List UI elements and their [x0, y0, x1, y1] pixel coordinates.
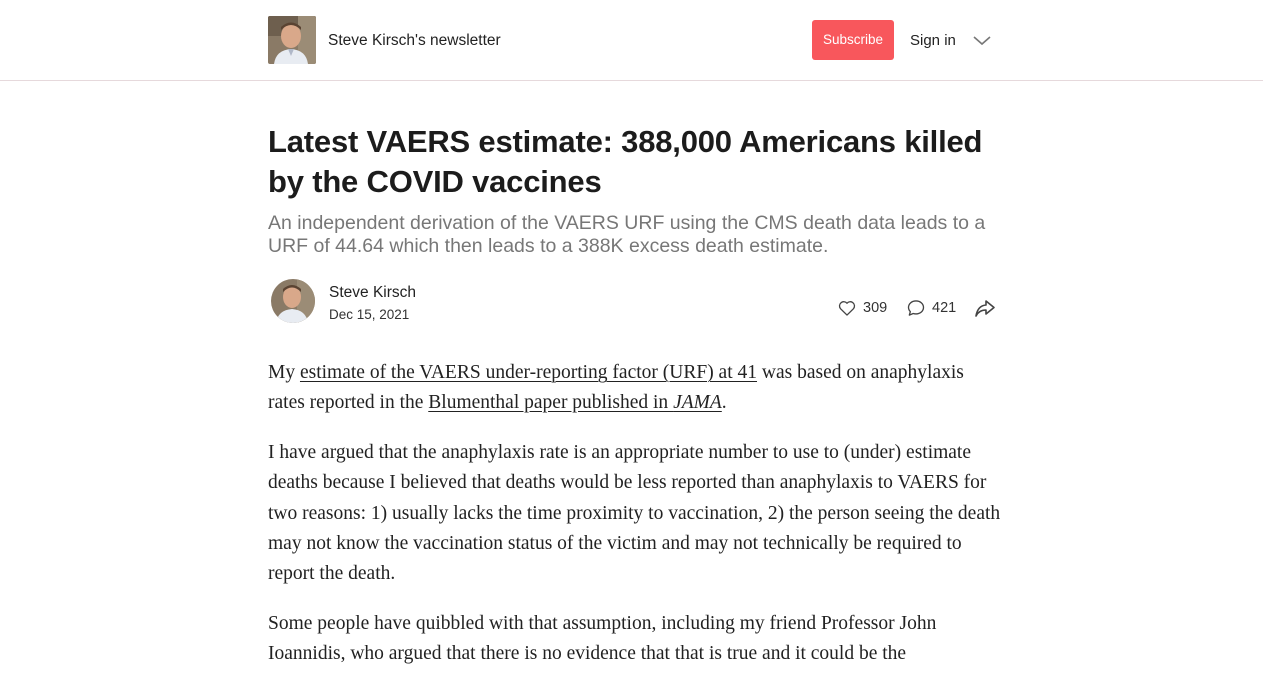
post-subtitle: An independent derivation of the VAERS U…	[268, 212, 986, 257]
like-count: 309	[863, 300, 888, 316]
blumenthal-link-text: Blumenthal paper published in	[428, 392, 674, 414]
publication-name[interactable]: Steve Kirsch's newsletter	[328, 31, 501, 51]
body-paragraph-3: Some people have quibbled with that assu…	[268, 613, 937, 665]
body-paragraph-1: My estimate of the VAERS under-reporting…	[268, 358, 1003, 419]
body-paragraph-2: I have argued that the anaphylaxis rate …	[268, 442, 1001, 585]
avatar[interactable]	[271, 279, 315, 323]
author-name[interactable]: Steve Kirsch	[329, 283, 416, 303]
jama-italic: JAMA	[673, 392, 722, 414]
body-text-span: My	[268, 362, 300, 383]
chevron-down-icon[interactable]	[972, 33, 992, 47]
sign-in-link[interactable]: Sign in	[910, 31, 956, 51]
blumenthal-paper-link[interactable]: Blumenthal paper published in JAMA	[428, 392, 722, 413]
share-button[interactable]	[974, 296, 996, 320]
like-button[interactable]: 309	[837, 296, 887, 320]
heart-icon	[838, 301, 856, 316]
publication-logo[interactable]	[268, 16, 316, 64]
post-title: Latest VAERS estimate: 388,000 Americans…	[268, 124, 983, 199]
urf-estimate-link[interactable]: estimate of the VAERS under-reporting fa…	[300, 362, 757, 383]
comment-icon	[907, 300, 925, 316]
body-text-span: .	[721, 392, 727, 414]
post-date: Dec 15, 2021	[329, 307, 410, 322]
comment-button[interactable]: 421	[906, 296, 956, 320]
subscribe-button[interactable]: Subscribe	[812, 20, 894, 60]
share-icon	[975, 300, 995, 317]
top-navigation-bar: Steve Kirsch's newsletter Subscribe Sign…	[0, 0, 1263, 81]
comment-count: 421	[932, 300, 957, 316]
